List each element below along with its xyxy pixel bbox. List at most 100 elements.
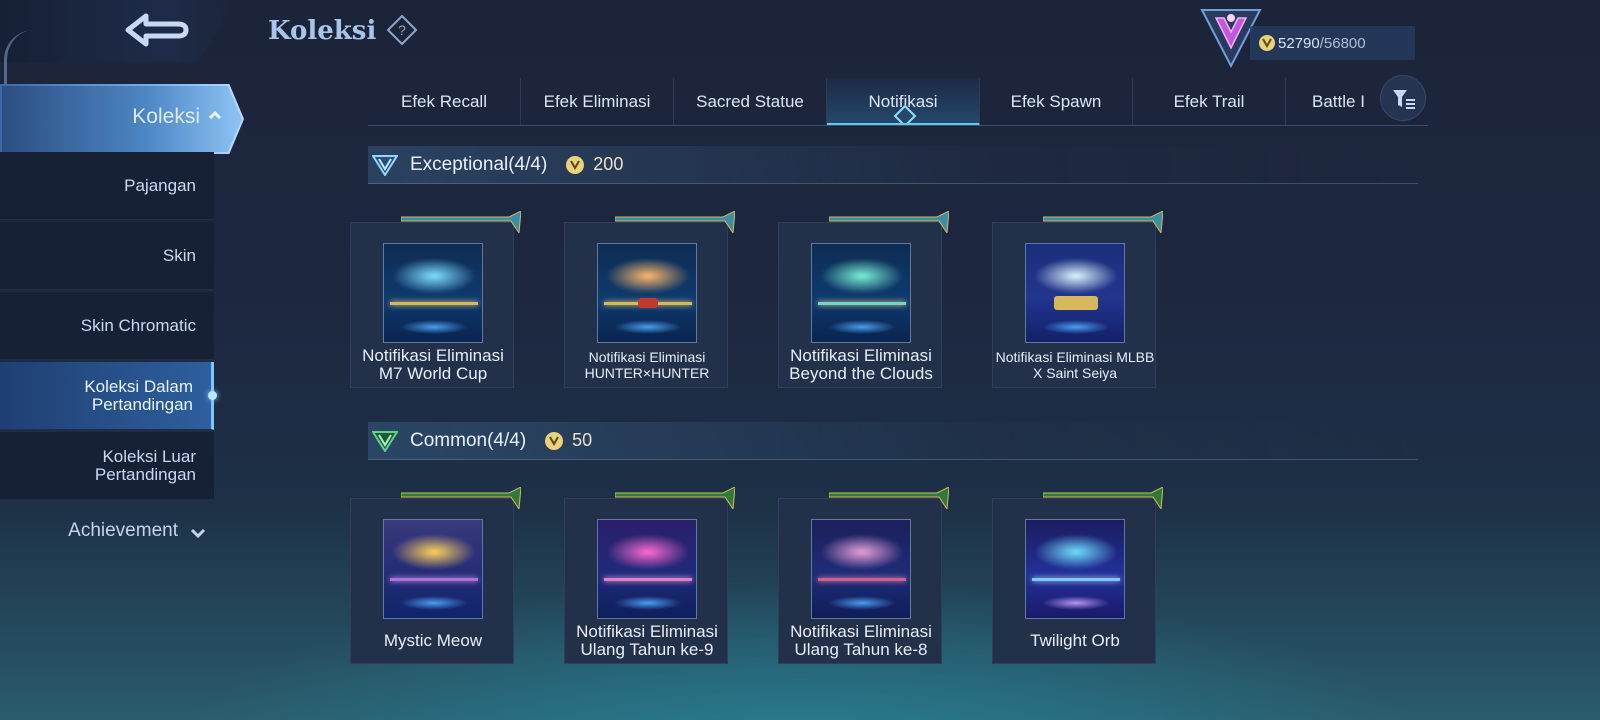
sidebar-item-skin[interactable]: Skin <box>0 222 214 290</box>
thumbnail-glow <box>820 534 904 570</box>
sidebar-item-label: Koleksi Dalam Pertandingan <box>84 376 193 414</box>
item-name: Notifikasi Eliminasi HUNTER×HUNTER <box>584 349 710 381</box>
card-ribbon-icon <box>401 487 521 509</box>
card-ribbon-icon <box>401 211 521 233</box>
currency-current: 52790 <box>1278 34 1320 52</box>
tab-notifikasi[interactable]: Notifikasi <box>827 78 980 125</box>
card-ribbon-icon <box>1043 487 1163 509</box>
thumbnail-glow <box>606 258 690 294</box>
tab-efek-spawn[interactable]: Efek Spawn <box>980 78 1133 125</box>
item-thumbnail <box>811 519 911 619</box>
item-thumbnail <box>383 519 483 619</box>
thumbnail-floor <box>1042 596 1110 610</box>
thumbnail-floor <box>828 320 896 334</box>
card-ribbon-icon <box>829 487 949 509</box>
item-thumbnail <box>383 243 483 343</box>
coin-icon <box>1259 35 1275 51</box>
sidebar-item-label: Skin <box>162 245 196 265</box>
sidebar-item-label: Koleksi Luar Pertandingan <box>94 446 196 484</box>
svg-text:?: ? <box>398 22 406 38</box>
collection-card[interactable]: Notifikasi Eliminasi HUNTER×HUNTER <box>564 211 735 388</box>
item-name: Notifikasi Eliminasi Beyond the Clouds <box>789 346 933 383</box>
collection-card[interactable]: Mystic Meow <box>350 487 521 664</box>
thumbnail-glow <box>392 258 476 294</box>
sidebar-item-pajangan[interactable]: Pajangan <box>0 152 214 220</box>
currency-display: 52790/56800 <box>1250 26 1415 60</box>
sidebar: Koleksi Pajangan Skin Skin Chromatic Kol… <box>0 0 244 720</box>
section-header-common: Common(4/4) 50 <box>368 422 1418 460</box>
thumbnail-badge <box>1054 296 1098 310</box>
coin-icon <box>545 431 564 450</box>
item-name: Mystic Meow <box>383 631 483 650</box>
card-ribbon-icon <box>1043 211 1163 233</box>
thumbnail-floor <box>828 596 896 610</box>
thumbnail-floor <box>1042 320 1110 334</box>
tab-sacred-statue[interactable]: Sacred Statue <box>674 78 827 125</box>
tab-battle[interactable]: Battle I <box>1286 78 1386 125</box>
thumbnail-floor <box>614 320 682 334</box>
collection-card[interactable]: Notifikasi Eliminasi Beyond the Clouds <box>778 211 949 388</box>
section-points: 50 <box>572 430 593 450</box>
thumbnail-bar <box>1032 578 1120 581</box>
section-header-exceptional: Exceptional(4/4) 200 <box>368 146 1418 184</box>
item-thumbnail <box>1025 243 1125 343</box>
collection-card[interactable]: Notifikasi Eliminasi MLBB X Saint Seiya <box>992 211 1163 388</box>
filter-button[interactable] <box>1380 75 1426 121</box>
sidebar-item-koleksi-luar-pertandingan[interactable]: Koleksi Luar Pertandingan <box>0 432 214 500</box>
thumbnail-glow <box>1034 534 1118 570</box>
item-thumbnail <box>1025 519 1125 619</box>
thumbnail-glow <box>606 534 690 570</box>
item-thumbnail <box>811 243 911 343</box>
item-name: Notifikasi Eliminasi M7 World Cup <box>362 346 504 383</box>
tab-efek-eliminasi[interactable]: Efek Eliminasi <box>521 78 674 125</box>
collection-card[interactable]: Notifikasi Eliminasi M7 World Cup <box>350 211 521 388</box>
collection-card[interactable]: Notifikasi Eliminasi Ulang Tahun ke-9 <box>564 487 735 664</box>
thumbnail-bar <box>818 302 906 305</box>
back-arrow-icon <box>125 13 189 47</box>
thumbnail-badge <box>638 298 658 308</box>
tier-common-icon <box>372 430 398 452</box>
thumbnail-floor <box>614 596 682 610</box>
collection-card[interactable]: Notifikasi Eliminasi Ulang Tahun ke-8 <box>778 487 949 664</box>
section-title: Common(4/4) <box>410 429 527 451</box>
thumbnail-glow <box>1034 258 1118 294</box>
coin-icon <box>566 155 585 174</box>
sidebar-item-koleksi[interactable]: Koleksi <box>0 84 244 154</box>
chevron-up-icon <box>208 110 222 120</box>
thumbnail-bar <box>390 302 478 305</box>
thumbnail-floor <box>400 320 468 334</box>
item-name: Notifikasi Eliminasi MLBB X Saint Seiya <box>995 349 1155 381</box>
chevron-down-icon <box>190 528 206 539</box>
sidebar-item-label: Achievement <box>68 520 178 541</box>
tab-efek-trail[interactable]: Efek Trail <box>1133 78 1286 125</box>
item-thumbnail <box>597 519 697 619</box>
item-name: Notifikasi Eliminasi Ulang Tahun ke-9 <box>576 622 718 659</box>
page-title: Koleksi <box>268 16 377 46</box>
active-indicator-dot <box>208 391 217 400</box>
tier-exceptional-icon <box>372 154 398 176</box>
back-button[interactable] <box>0 0 236 62</box>
help-diamond-icon[interactable]: ? <box>386 14 418 46</box>
currency-max: 56800 <box>1323 34 1366 52</box>
sidebar-item-koleksi-dalam-pertandingan[interactable]: Koleksi Dalam Pertandingan <box>0 362 217 430</box>
thumbnail-bar <box>818 578 906 581</box>
tab-efek-recall[interactable]: Efek Recall <box>368 78 521 125</box>
sidebar-main-label: Koleksi <box>132 105 200 128</box>
sidebar-item-achievement[interactable]: Achievement <box>0 520 214 550</box>
sidebar-item-label: Pajangan <box>124 175 196 195</box>
sidebar-item-label: Skin Chromatic <box>80 315 196 335</box>
filter-sort-icon <box>1393 90 1415 109</box>
item-name: Notifikasi Eliminasi Ulang Tahun ke-8 <box>790 622 932 659</box>
category-tabs: Efek Recall Efek Eliminasi Sacred Statue… <box>368 78 1428 126</box>
section-title: Exceptional(4/4) <box>410 153 548 175</box>
thumbnail-glow <box>392 534 476 570</box>
sidebar-item-skin-chromatic[interactable]: Skin Chromatic <box>0 292 214 360</box>
card-ribbon-icon <box>829 211 949 233</box>
collection-card[interactable]: Twilight Orb <box>992 487 1163 664</box>
item-thumbnail <box>597 243 697 343</box>
card-ribbon-icon <box>615 211 735 233</box>
thumbnail-floor <box>400 596 468 610</box>
card-ribbon-icon <box>615 487 735 509</box>
section-points: 200 <box>593 154 624 174</box>
thumbnail-bar <box>604 578 692 581</box>
